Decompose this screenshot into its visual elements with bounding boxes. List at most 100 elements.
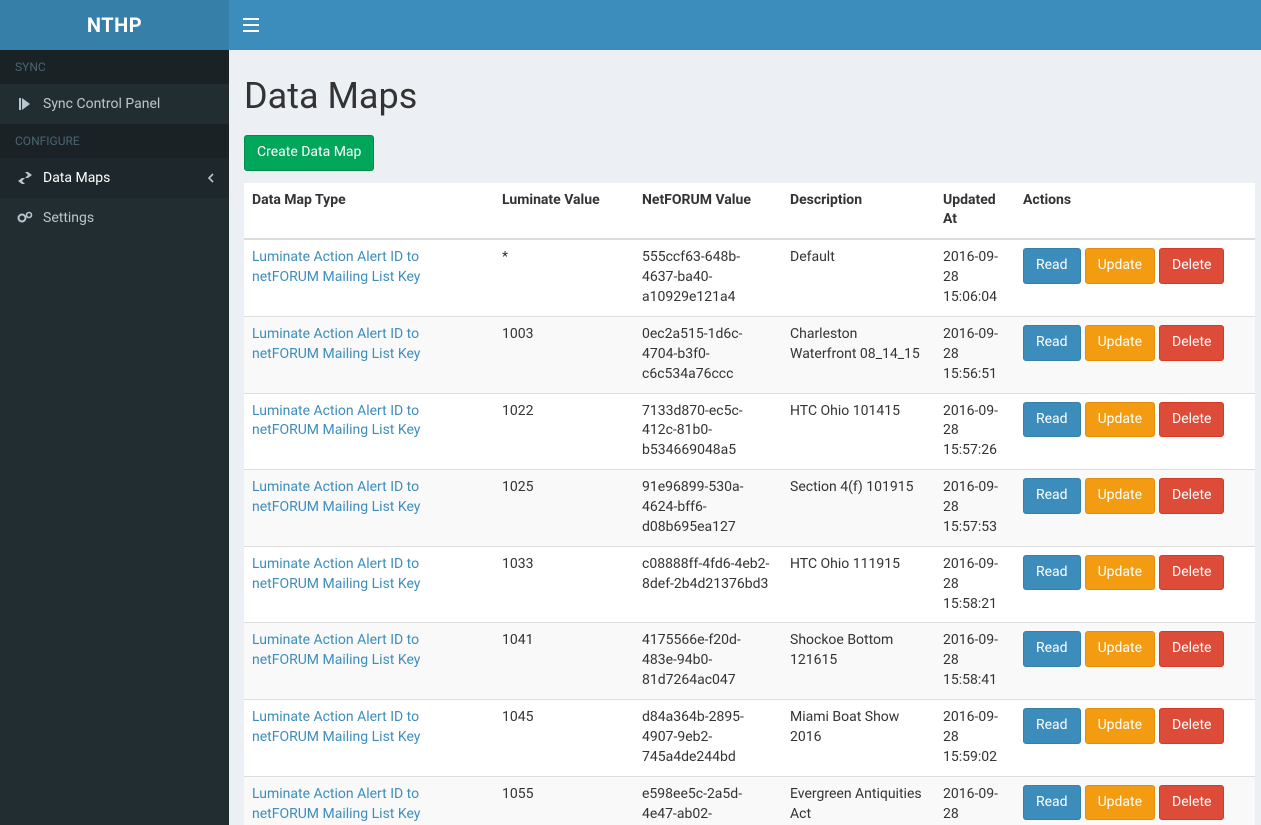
table-body: Luminate Action Alert ID to netFORUM Mai… (244, 239, 1255, 825)
actions-cell: ReadUpdateDelete (1015, 623, 1255, 700)
sidebar-section-header: SYNC (0, 50, 229, 84)
luminate-value-cell: 1003 (494, 316, 634, 393)
data-map-type-link[interactable]: Luminate Action Alert ID to netFORUM Mai… (252, 709, 420, 745)
topbar: NTHP (0, 0, 1261, 50)
data-map-type-link[interactable]: Luminate Action Alert ID to netFORUM Mai… (252, 479, 420, 515)
updated-at-cell: 2016-09-28 15:56:51 (935, 316, 1015, 393)
netforum-value-cell: 4175566e-f20d-483e-94b0-81d7264ac047 (634, 623, 782, 700)
description-cell: Miami Boat Show 2016 (782, 700, 935, 777)
read-button[interactable]: Read (1023, 248, 1081, 284)
description-cell: HTC Ohio 111915 (782, 546, 935, 623)
table-row: Luminate Action Alert ID to netFORUM Mai… (244, 239, 1255, 316)
delete-button[interactable]: Delete (1159, 708, 1224, 744)
delete-button[interactable]: Delete (1159, 631, 1224, 667)
read-button[interactable]: Read (1023, 478, 1081, 514)
read-button[interactable]: Read (1023, 555, 1081, 591)
netforum-value-cell: 91e96899-530a-4624-bff6-d08b695ea127 (634, 470, 782, 547)
actions-cell: ReadUpdateDelete (1015, 316, 1255, 393)
read-button[interactable]: Read (1023, 708, 1081, 744)
sidebar-item-data-maps[interactable]: Data Maps (0, 158, 229, 198)
description-cell: Charleston Waterfront 08_14_15 (782, 316, 935, 393)
luminate-value-cell: 1022 (494, 393, 634, 470)
luminate-value-cell: 1025 (494, 470, 634, 547)
actions-cell: ReadUpdateDelete (1015, 776, 1255, 825)
actions-cell: ReadUpdateDelete (1015, 239, 1255, 316)
table-row: Luminate Action Alert ID to netFORUM Mai… (244, 700, 1255, 777)
col-data-map-type: Data Map Type (244, 183, 494, 240)
table-row: Luminate Action Alert ID to netFORUM Mai… (244, 776, 1255, 825)
update-button[interactable]: Update (1085, 325, 1155, 361)
data-map-type-link[interactable]: Luminate Action Alert ID to netFORUM Mai… (252, 326, 420, 362)
sidebar-item-sync-control-panel[interactable]: Sync Control Panel (0, 84, 229, 124)
actions-cell: ReadUpdateDelete (1015, 700, 1255, 777)
description-cell: Evergreen Antiquities Act (782, 776, 935, 825)
luminate-value-cell: 1041 (494, 623, 634, 700)
updated-at-cell: 2016-09-28 15:58:41 (935, 623, 1015, 700)
gears-icon (15, 211, 35, 225)
sidebar-item-settings[interactable]: Settings (0, 198, 229, 238)
delete-button[interactable]: Delete (1159, 325, 1224, 361)
data-map-type-link[interactable]: Luminate Action Alert ID to netFORUM Mai… (252, 556, 420, 592)
luminate-value-cell: 1033 (494, 546, 634, 623)
netforum-value-cell: 555ccf63-648b-4637-ba40-a10929e121a4 (634, 239, 782, 316)
update-button[interactable]: Update (1085, 402, 1155, 438)
bars-icon (243, 18, 259, 32)
update-button[interactable]: Update (1085, 631, 1155, 667)
table-row: Luminate Action Alert ID to netFORUM Mai… (244, 316, 1255, 393)
col-description: Description (782, 183, 935, 240)
netforum-value-cell: e598ee5c-2a5d-4e47-ab02-0bd75f51271a (634, 776, 782, 825)
page-title: Data Maps (244, 75, 1246, 117)
description-cell: Default (782, 239, 935, 316)
updated-at-cell: 2016-09-28 15:58:21 (935, 546, 1015, 623)
update-button[interactable]: Update (1085, 708, 1155, 744)
netforum-value-cell: c08888ff-4fd6-4eb2-8def-2b4d21376bd3 (634, 546, 782, 623)
netforum-value-cell: 7133d870-ec5c-412c-81b0-b534669048a5 (634, 393, 782, 470)
read-button[interactable]: Read (1023, 631, 1081, 667)
update-button[interactable]: Update (1085, 785, 1155, 821)
data-maps-table: Data Map Type Luminate Value NetFORUM Va… (244, 183, 1255, 825)
luminate-value-cell: 1055 (494, 776, 634, 825)
read-button[interactable]: Read (1023, 402, 1081, 438)
table-header-row: Data Map Type Luminate Value NetFORUM Va… (244, 183, 1255, 240)
actions-cell: ReadUpdateDelete (1015, 470, 1255, 547)
netforum-value-cell: 0ec2a515-1d6c-4704-b3f0-c6c534a76ccc (634, 316, 782, 393)
update-button[interactable]: Update (1085, 248, 1155, 284)
actions-cell: ReadUpdateDelete (1015, 393, 1255, 470)
data-map-type-link[interactable]: Luminate Action Alert ID to netFORUM Mai… (252, 632, 420, 668)
sidebar-toggle-button[interactable] (229, 0, 273, 50)
exchange-icon (15, 171, 35, 185)
app-logo[interactable]: NTHP (0, 0, 229, 50)
col-netforum-value: NetFORUM Value (634, 183, 782, 240)
delete-button[interactable]: Delete (1159, 478, 1224, 514)
delete-button[interactable]: Delete (1159, 785, 1224, 821)
description-cell: HTC Ohio 101415 (782, 393, 935, 470)
updated-at-cell: 2016-09-28 15:57:26 (935, 393, 1015, 470)
luminate-value-cell: 1045 (494, 700, 634, 777)
data-map-type-link[interactable]: Luminate Action Alert ID to netFORUM Mai… (252, 403, 420, 439)
table-row: Luminate Action Alert ID to netFORUM Mai… (244, 393, 1255, 470)
luminate-value-cell: * (494, 239, 634, 316)
description-cell: Section 4(f) 101915 (782, 470, 935, 547)
actions-cell: ReadUpdateDelete (1015, 546, 1255, 623)
description-cell: Shockoe Bottom 121615 (782, 623, 935, 700)
netforum-value-cell: d84a364b-2895-4907-9eb2-745a4de244bd (634, 700, 782, 777)
table-row: Luminate Action Alert ID to netFORUM Mai… (244, 623, 1255, 700)
updated-at-cell: 2016-09-28 15:06:04 (935, 239, 1015, 316)
col-updated-at: Updated At (935, 183, 1015, 240)
data-map-type-link[interactable]: Luminate Action Alert ID to netFORUM Mai… (252, 249, 420, 285)
col-luminate-value: Luminate Value (494, 183, 634, 240)
update-button[interactable]: Update (1085, 478, 1155, 514)
updated-at-cell: 2016-09-28 15:59:18 (935, 776, 1015, 825)
sidebar-item-label: Data Maps (43, 170, 110, 186)
read-button[interactable]: Read (1023, 325, 1081, 361)
step-forward-icon (15, 97, 35, 111)
data-map-type-link[interactable]: Luminate Action Alert ID to netFORUM Mai… (252, 786, 420, 822)
delete-button[interactable]: Delete (1159, 555, 1224, 591)
col-actions: Actions (1015, 183, 1255, 240)
delete-button[interactable]: Delete (1159, 402, 1224, 438)
delete-button[interactable]: Delete (1159, 248, 1224, 284)
main-content: Data Maps Create Data Map Data Map Type … (229, 50, 1261, 825)
create-data-map-button[interactable]: Create Data Map (244, 135, 374, 171)
update-button[interactable]: Update (1085, 555, 1155, 591)
read-button[interactable]: Read (1023, 785, 1081, 821)
